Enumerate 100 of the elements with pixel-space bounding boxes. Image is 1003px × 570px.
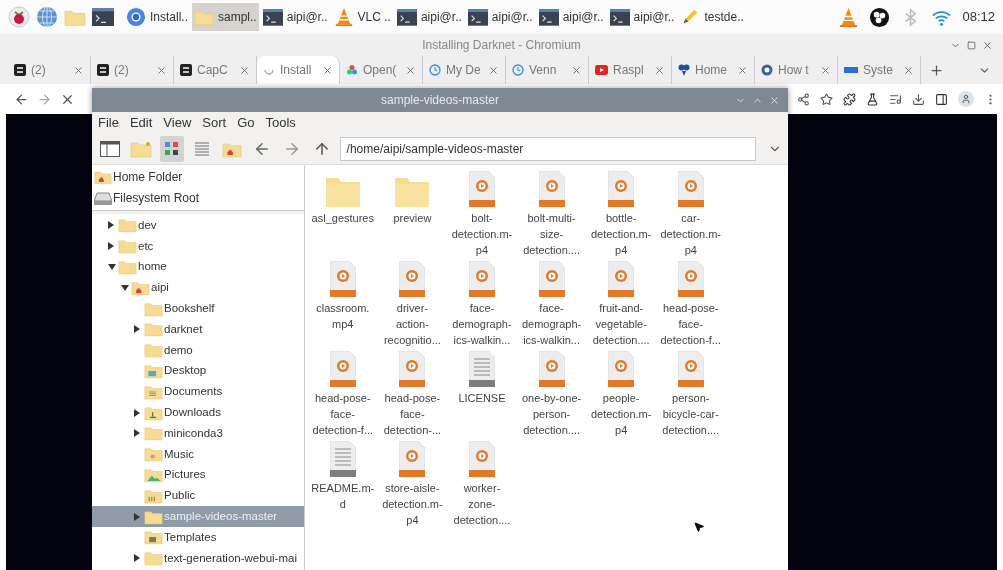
file-name: bottle- detection.m- p4 (590, 211, 652, 258)
video-item[interactable]: face- demograph- ics-walkin... (516, 259, 587, 349)
taskbar-button[interactable]: Install.. (124, 3, 190, 31)
taskbar-button[interactable]: aipi@r.. (536, 3, 606, 31)
video-item[interactable]: head-pose- face- detection-... (377, 349, 448, 439)
video-item[interactable]: worker- zone- detection.... (447, 439, 517, 529)
video-item[interactable]: head-pose- face- detection-f... (655, 259, 726, 349)
file-name: people- detection.m- p4 (590, 391, 652, 438)
video-item[interactable]: head-pose- face- detection-f... (308, 349, 378, 439)
tree-item-label: Bookshelf (164, 300, 215, 316)
file-name: fruit-and- vegetable- detection.... (592, 301, 650, 348)
tree-item-label: miniconda3 (164, 425, 223, 441)
tab-label: Syste (863, 62, 894, 79)
path-field[interactable]: /home/aipi/sample-videos-master (339, 137, 757, 161)
menu-item[interactable]: File (98, 113, 119, 133)
tab-label: How t (778, 62, 810, 79)
video-item[interactable]: classroom. mp4 (308, 259, 378, 349)
tree-item-label: sample-videos-master (164, 508, 278, 524)
taskbar-button[interactable]: aipi@r.. (260, 3, 330, 31)
tree-item[interactable]: home (92, 256, 304, 278)
file-name: asl_gestures (311, 211, 374, 226)
video-item[interactable]: bolt-multi- size- detection.... (516, 169, 587, 259)
tab-label: (2) (114, 62, 130, 79)
tree-item[interactable]: darknet (92, 319, 304, 340)
tree-item-label: Pictures (164, 467, 206, 483)
file-name: LICENSE (458, 391, 506, 406)
tree-item[interactable]: Documents (92, 381, 304, 403)
window-title: sample-videos-master (380, 92, 499, 109)
tab-label: My De (446, 62, 482, 79)
tab-label: Venn (529, 62, 558, 79)
video-item[interactable]: people- detection.m- p4 (586, 349, 656, 439)
menu-item[interactable]: Sort (202, 113, 227, 133)
video-item[interactable]: car- detection.m- p4 (655, 169, 726, 259)
file-name: head-pose- face- detection-f... (660, 301, 722, 348)
tree-item-label: Public (164, 488, 196, 504)
tree-item[interactable]: etc (92, 235, 304, 257)
video-item[interactable]: bolt- detection.m- p4 (447, 169, 517, 259)
video-item[interactable]: fruit-and- vegetable- detection.... (586, 259, 656, 349)
file-name: preview (393, 211, 432, 226)
browser-tab[interactable]: Install (257, 56, 340, 84)
tab-label: CapC (197, 62, 229, 79)
folder-item[interactable]: asl_gestures (308, 169, 378, 259)
tree-item[interactable]: Desktop (92, 360, 304, 382)
tree-item-label: text-generation-webui-mai (164, 550, 297, 566)
folder-item[interactable]: preview (377, 169, 448, 259)
tree-item-label: Documents (164, 384, 223, 400)
file-name: README.m- d (311, 481, 375, 512)
tab-label: Open( (363, 62, 398, 79)
tree-item[interactable]: Templates (92, 526, 304, 548)
clock[interactable]: 08:12 (962, 7, 995, 27)
tab-label: Home (695, 62, 728, 79)
place-item[interactable]: Filesystem Root (92, 187, 304, 208)
tree-item[interactable]: text-generation-webui-mai (92, 547, 304, 569)
video-item[interactable]: store-aisle- detection.m- p4 (377, 439, 448, 529)
tree-item-label: Desktop (164, 363, 207, 379)
file-name: worker- zone- detection.... (453, 481, 511, 528)
video-item[interactable]: bottle- detection.m- p4 (586, 169, 656, 259)
tree-item[interactable]: dev (92, 215, 304, 236)
tree-item-label: aipi (151, 280, 169, 296)
taskbar-button[interactable]: sampl.. (192, 3, 259, 31)
video-item[interactable]: face- demograph- ics-walkin... (447, 259, 517, 349)
document-item[interactable]: LICENSE (447, 349, 517, 439)
tree-item[interactable]: Bookshelf (92, 298, 304, 319)
taskbar-button[interactable]: aipi@r.. (607, 3, 677, 31)
tree-item[interactable]: Music (92, 443, 304, 465)
video-item[interactable]: person- bicycle-car- detection.... (655, 349, 726, 439)
menu-item[interactable]: Go (237, 113, 255, 133)
tree-item[interactable]: miniconda3 (92, 422, 304, 444)
window-title: Installing Darknet - Chromium (422, 37, 581, 54)
tree-item[interactable]: Pictures (92, 464, 304, 486)
file-name: one-by-one- person- detection.... (521, 391, 582, 438)
file-name: bolt- detection.m- p4 (451, 211, 513, 258)
file-name: driver- action- recognitio... (383, 301, 441, 348)
tree-item[interactable]: Downloads (92, 402, 304, 423)
place-item[interactable]: Home Folder (92, 167, 304, 188)
menu-item[interactable]: Tools (265, 113, 296, 133)
taskbar-button[interactable]: VLC .. (331, 3, 393, 31)
file-name: face- demograph- ics-walkin... (521, 301, 582, 348)
file-name: bolt-multi- size- detection.... (523, 211, 580, 258)
menu-item[interactable]: Edit (129, 113, 153, 133)
tree-item-label: dev (138, 217, 157, 233)
file-name: classroom. mp4 (316, 301, 370, 332)
tree-item[interactable]: Public (92, 485, 304, 507)
document-item[interactable]: README.m- d (308, 439, 378, 529)
file-name: person- bicycle-car- detection.... (662, 391, 720, 438)
taskbar-button[interactable]: aipi@r.. (465, 3, 535, 31)
taskbar-button[interactable]: testde.. (678, 3, 746, 31)
file-name: head-pose- face- detection-f... (312, 391, 374, 438)
tree-item-label: Downloads (164, 404, 221, 420)
taskbar-button[interactable]: aipi@r.. (394, 3, 464, 31)
tree-item[interactable]: aipi (92, 277, 304, 299)
tree-item-label: demo (164, 342, 193, 358)
video-item[interactable]: driver- action- recognitio... (377, 259, 448, 349)
video-item[interactable]: one-by-one- person- detection.... (516, 349, 587, 439)
tree-item-label: Music (164, 446, 195, 462)
tab-label: Raspl (613, 62, 645, 79)
file-name: head-pose- face- detection-... (383, 391, 442, 438)
tree-item[interactable]: demo (92, 339, 304, 361)
menu-item[interactable]: View (163, 113, 192, 133)
file-name: store-aisle- detection.m- p4 (382, 481, 443, 528)
